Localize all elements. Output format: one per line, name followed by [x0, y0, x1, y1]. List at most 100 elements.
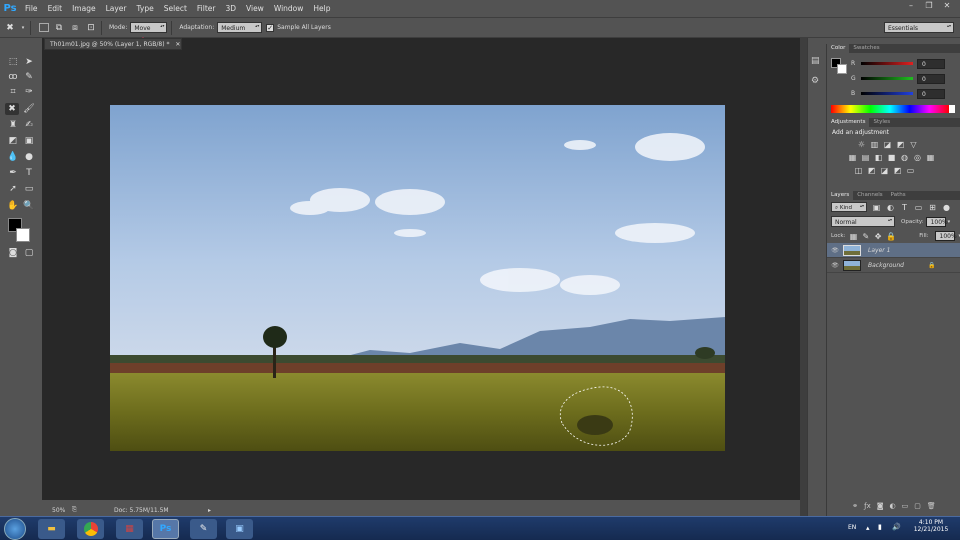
levels-icon[interactable]: ▥ [870, 140, 879, 149]
zoom-level[interactable]: 50% [42, 507, 72, 514]
media-app-icon[interactable]: ▦ [116, 519, 143, 539]
red-slider[interactable] [861, 62, 913, 65]
intersect-selection-icon[interactable]: ⊡ [85, 22, 97, 34]
background-color-swatch[interactable] [16, 228, 30, 242]
layer-name[interactable]: Background [868, 262, 928, 269]
properties-panel-icon[interactable]: ⚙ [811, 76, 819, 86]
opacity-dropdown-icon[interactable]: ▾ [948, 219, 951, 225]
layer-row-background[interactable]: 👁 Background 🔒 [827, 258, 960, 273]
start-button-icon[interactable] [4, 518, 26, 540]
move-tool-icon[interactable]: ➤ [22, 56, 36, 68]
layer-row-layer-1[interactable]: 👁 Layer 1 [827, 243, 960, 258]
panel-background-swatch[interactable] [837, 64, 847, 74]
black-white-icon[interactable]: ■ [887, 153, 896, 162]
photoshop-taskbar-icon[interactable]: Ps [152, 519, 179, 539]
gradient-triangle-icon[interactable]: ▽ [909, 140, 918, 149]
menu-select[interactable]: Select [159, 0, 192, 17]
menu-window[interactable]: Window [269, 0, 309, 17]
lock-position-icon[interactable]: ✥ [874, 232, 882, 241]
adjustment-filter-icon[interactable]: ◐ [886, 203, 895, 212]
delete-layer-icon[interactable]: 🗑 [927, 502, 936, 514]
posterize-icon[interactable]: ◩ [867, 166, 876, 175]
photo-viewer-icon[interactable]: ▣ [226, 519, 253, 539]
new-layer-icon[interactable]: ▢ [914, 502, 921, 514]
menu-3d[interactable]: 3D [220, 0, 241, 17]
lock-all-icon[interactable]: 🔒 [886, 232, 896, 241]
blue-slider[interactable] [861, 92, 913, 95]
history-panel-icon[interactable]: ▤ [811, 56, 820, 66]
tab-paths[interactable]: Paths [887, 191, 910, 200]
color-lookup-icon[interactable]: ▦ [926, 153, 935, 162]
clone-stamp-tool-icon[interactable]: ♜ [6, 119, 20, 131]
pen-tool-icon[interactable]: ✒ [6, 167, 20, 179]
new-adjustment-icon[interactable]: ◐ [890, 502, 896, 514]
layer-name[interactable]: Layer 1 [868, 247, 890, 254]
invert-icon[interactable]: ◫ [854, 166, 863, 175]
history-brush-tool-icon[interactable]: ✍ [22, 119, 36, 131]
lock-transparent-icon[interactable]: ▦ [849, 232, 858, 241]
image-canvas[interactable] [110, 105, 725, 451]
dodge-tool-icon[interactable]: ● [22, 151, 36, 163]
layer-filter-kind[interactable]: ⌕ Kind [831, 202, 867, 212]
new-selection-icon[interactable] [39, 23, 49, 32]
tab-color[interactable]: Color [827, 44, 850, 53]
blend-mode-select[interactable]: Normal [831, 216, 895, 227]
subtract-selection-icon[interactable]: ⧈ [69, 22, 81, 34]
tab-styles[interactable]: Styles [869, 118, 894, 127]
network-icon[interactable]: ▮ [878, 523, 882, 531]
tab-adjustments[interactable]: Adjustments [827, 118, 870, 127]
content-aware-move-tool-icon[interactable]: ✖ [5, 103, 19, 115]
threshold-icon[interactable]: ◪ [880, 166, 889, 175]
adaptation-select[interactable]: Medium [217, 22, 263, 33]
volume-icon[interactable]: 🔊 [892, 523, 901, 531]
visibility-eye-icon[interactable]: 👁 [827, 262, 843, 269]
add-mask-icon[interactable]: ◙ [877, 502, 884, 514]
hue-saturation-icon[interactable]: ▤ [861, 153, 870, 162]
blue-value[interactable]: 0 [917, 88, 945, 99]
language-indicator[interactable]: EN [848, 524, 856, 531]
share-icon[interactable]: ⎘ [72, 506, 82, 514]
lasso-tool-icon[interactable]: ꝏ [6, 71, 20, 83]
pixel-filter-icon[interactable]: ▣ [872, 203, 881, 212]
menu-view[interactable]: View [241, 0, 269, 17]
type-filter-icon[interactable]: T [900, 203, 909, 212]
menu-filter[interactable]: Filter [192, 0, 221, 17]
tab-channels[interactable]: Channels [853, 191, 886, 200]
menu-type[interactable]: Type [132, 0, 159, 17]
red-value[interactable]: 0 [917, 58, 945, 69]
sample-all-layers-checkbox[interactable]: ✓ [266, 23, 275, 32]
gradient-tool-icon[interactable]: ▣ [22, 135, 36, 147]
tool-preset-dropdown-icon[interactable]: ▾ [20, 22, 26, 34]
shape-filter-icon[interactable]: ▭ [914, 203, 923, 212]
menu-edit[interactable]: Edit [43, 0, 68, 17]
visibility-eye-icon[interactable]: 👁 [827, 247, 843, 254]
color-spectrum-bar[interactable] [831, 105, 949, 113]
menu-help[interactable]: Help [308, 0, 335, 17]
chrome-icon[interactable] [77, 519, 104, 539]
opacity-value[interactable]: 100% [925, 216, 948, 227]
exposure-icon[interactable]: ◩ [896, 140, 905, 149]
file-explorer-icon[interactable]: ▬ [38, 519, 65, 539]
quick-selection-tool-icon[interactable]: ✎ [22, 71, 36, 83]
tab-layers[interactable]: Layers [827, 191, 854, 200]
color-balance-icon[interactable]: ◧ [874, 153, 883, 162]
channel-mixer-icon[interactable]: ◎ [913, 153, 922, 162]
eyedropper-tool-icon[interactable]: ✑ [22, 86, 36, 98]
tab-swatches[interactable]: Swatches [849, 44, 883, 53]
fill-value[interactable]: 100% [934, 231, 957, 241]
zoom-tool-icon[interactable]: 🔍 [22, 200, 36, 212]
rectangle-tool-icon[interactable]: ▭ [22, 183, 36, 195]
close-icon[interactable]: ✕ [940, 0, 954, 12]
tray-arrow-icon[interactable]: ▴ [866, 524, 870, 532]
clock[interactable]: 4:10 PM 12/21/2015 [906, 519, 956, 533]
photo-filter-icon[interactable]: ◍ [900, 153, 909, 162]
link-layers-icon[interactable]: ⚭ [852, 502, 858, 514]
marquee-tool-icon[interactable]: ⬚ [6, 56, 20, 68]
smart-object-filter-icon[interactable]: ⊞ [928, 203, 937, 212]
blur-tool-icon[interactable]: 💧 [6, 151, 20, 163]
filter-toggle-icon[interactable]: ● [942, 203, 951, 212]
curves-icon[interactable]: ◪ [883, 140, 892, 149]
lock-image-icon[interactable]: ✎ [862, 232, 870, 241]
type-tool-icon[interactable]: T [22, 167, 36, 179]
quick-mask-icon[interactable]: ◙ [6, 247, 20, 259]
